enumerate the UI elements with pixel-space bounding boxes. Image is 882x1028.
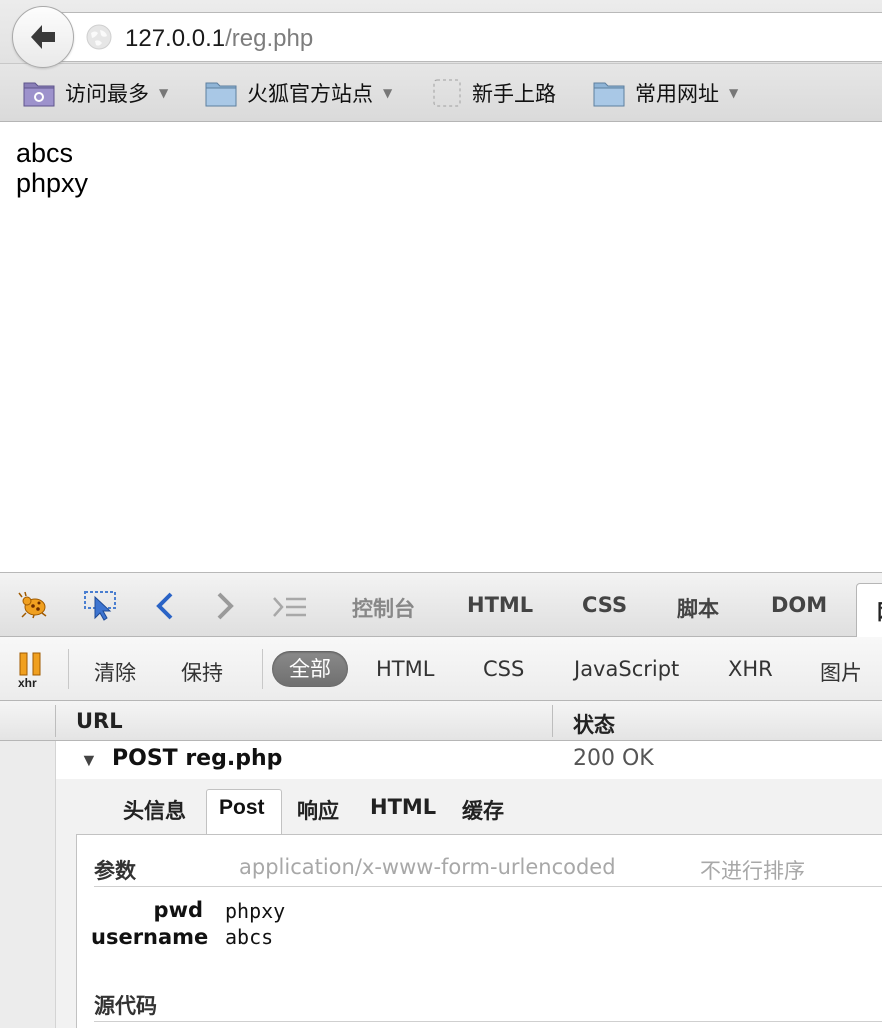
tab-post-label: Post	[219, 796, 265, 819]
param-key: pwd	[153, 898, 203, 922]
column-url[interactable]: URL	[76, 709, 123, 733]
command-line-icon[interactable]	[272, 595, 308, 619]
back-arrow-icon	[31, 25, 55, 49]
column-status[interactable]: 状态	[573, 709, 615, 739]
filter-images-button[interactable]: 图片	[820, 657, 862, 687]
tab-console[interactable]: 控制台	[352, 593, 415, 623]
filter-xhr-button[interactable]: XHR	[728, 657, 773, 681]
net-toolbar: xhr 清除 保持 全部 HTML CSS JavaScript XHR 图片	[0, 637, 882, 701]
sort-option-link[interactable]: 不进行排序	[700, 855, 805, 885]
param-key: username	[91, 925, 209, 949]
page-content: abcs phpxy	[0, 122, 882, 572]
toolbar-separator	[262, 649, 263, 689]
back-button[interactable]	[12, 6, 74, 68]
table-row[interactable]: ▼ POST reg.php 200 OK	[56, 741, 882, 779]
request-details: 头信息 Post 响应 HTML 缓存 参数 application/x-www…	[56, 779, 882, 1028]
page-text-line: abcs	[16, 138, 74, 168]
tab-script[interactable]: 脚本	[677, 593, 719, 623]
folder-gear-icon	[23, 82, 55, 107]
tab-response[interactable]: 响应	[297, 795, 339, 825]
firebug-main-toolbar: 控制台 HTML CSS 脚本 DOM 网	[0, 573, 882, 639]
chevron-down-icon: ▼	[159, 86, 169, 100]
post-body: 参数 application/x-www-form-urlencoded 不进行…	[76, 834, 882, 1028]
net-gutter	[0, 741, 56, 1028]
param-value: abcs	[225, 925, 274, 949]
tab-cache[interactable]: 缓存	[462, 795, 504, 825]
clear-button[interactable]: 清除	[94, 657, 136, 687]
source-section-title: 源代码	[94, 994, 157, 1018]
filter-html-button[interactable]: HTML	[376, 657, 434, 681]
tab-net[interactable]: 网	[856, 583, 882, 639]
folder-icon	[205, 82, 237, 107]
bookmark-label: 常用网址	[635, 82, 719, 106]
bookmark-common-sites[interactable]: 常用网址 ▼	[593, 78, 738, 108]
bookmark-getting-started[interactable]: 新手上路	[432, 78, 556, 108]
request-status: 200 OK	[573, 746, 654, 771]
tab-net-label: 网	[877, 596, 882, 626]
bookmark-firefox-sites[interactable]: 火狐官方站点 ▼	[205, 78, 392, 108]
bookmark-label: 新手上路	[472, 82, 556, 106]
bookmark-label: 火狐官方站点	[247, 82, 373, 106]
globe-icon	[86, 24, 112, 50]
page-text-line: phpxy	[16, 168, 89, 198]
toolbar-separator	[68, 649, 69, 689]
tab-post[interactable]: Post	[206, 789, 282, 835]
forward-arrow-icon[interactable]	[214, 591, 236, 621]
xhr-label: xhr	[18, 676, 37, 689]
back-arrow-icon[interactable]	[154, 591, 176, 621]
url-host: 127.0.0.1	[125, 25, 226, 52]
xhr-pause-icon[interactable]: xhr	[16, 651, 48, 689]
param-value: phpxy	[225, 899, 286, 923]
dashed-box-icon	[433, 79, 461, 107]
persist-button[interactable]: 保持	[181, 657, 223, 687]
tab-css[interactable]: CSS	[582, 593, 627, 617]
expand-triangle-icon[interactable]: ▼	[80, 750, 98, 771]
column-divider[interactable]	[552, 705, 553, 737]
address-bar[interactable]: 127.0.0.1/reg.php	[48, 12, 882, 62]
section-divider	[94, 1021, 882, 1022]
folder-icon	[593, 82, 625, 107]
net-column-header: URL 状态	[0, 701, 882, 741]
inspect-cursor-icon[interactable]	[84, 589, 118, 621]
content-type: application/x-www-form-urlencoded	[239, 855, 616, 879]
chevron-down-icon: ▼	[729, 86, 739, 100]
filter-css-button[interactable]: CSS	[483, 657, 524, 681]
params-section-title: 参数	[94, 859, 136, 883]
filter-javascript-button[interactable]: JavaScript	[574, 657, 679, 681]
url-text[interactable]: 127.0.0.1/reg.php	[125, 25, 313, 53]
navigation-bar: 127.0.0.1/reg.php	[0, 0, 882, 68]
firebug-bug-icon[interactable]	[18, 591, 50, 619]
section-divider	[94, 886, 882, 887]
tab-headers[interactable]: 头信息	[123, 795, 186, 825]
url-path: /reg.php	[225, 25, 314, 52]
bookmarks-toolbar: 访问最多 ▼ 火狐官方站点 ▼ 新手上路 常用网址 ▼	[0, 64, 882, 122]
bookmark-label: 访问最多	[65, 82, 149, 106]
bookmark-most-visited[interactable]: 访问最多 ▼	[23, 78, 168, 108]
chevron-down-icon: ▼	[383, 86, 393, 100]
column-divider	[55, 705, 56, 737]
filter-all-button[interactable]: 全部	[272, 651, 348, 687]
tab-dom[interactable]: DOM	[771, 593, 827, 617]
firebug-panel: 控制台 HTML CSS 脚本 DOM 网 xhr 清除 保持 全部 HTML …	[0, 572, 882, 1028]
tab-detail-html[interactable]: HTML	[370, 795, 436, 819]
request-url[interactable]: POST reg.php	[112, 746, 282, 771]
tab-html[interactable]: HTML	[467, 593, 533, 617]
